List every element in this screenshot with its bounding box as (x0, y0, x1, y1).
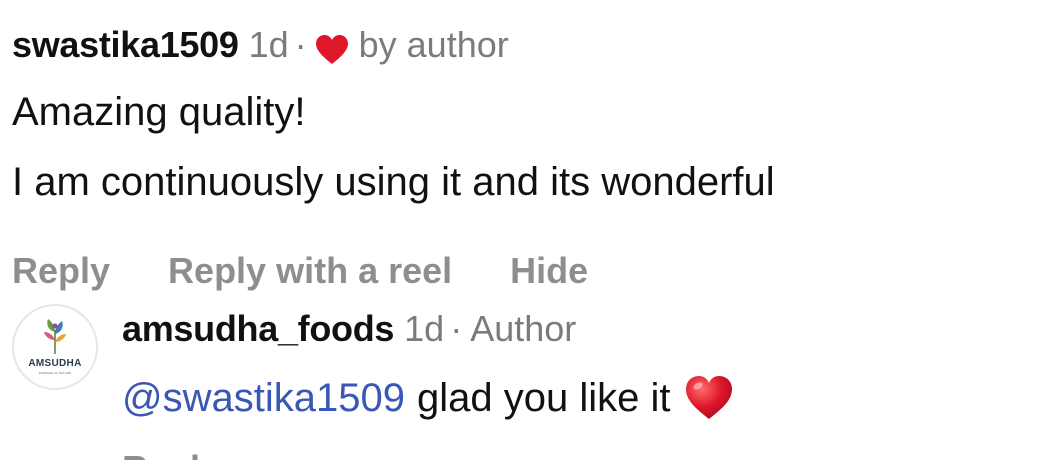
heart-emoji-icon (684, 374, 734, 422)
mention-link[interactable]: @swastika1509 (122, 374, 405, 422)
reply-text-body: glad you like it (416, 376, 671, 420)
meta-separator: · (294, 24, 307, 65)
avatar-tagline: ESSENCE OF NATURE (38, 371, 72, 375)
comment-meta: swastika1509 1d · by author (12, 22, 1032, 68)
avatar-brand-text: AMSUDHA (28, 358, 82, 369)
reply-time: 1d (404, 308, 445, 349)
reply-content: amsudha_foods 1d · Author @swastika1509 … (122, 300, 734, 422)
hide-button[interactable]: Hide (510, 248, 588, 294)
heart-icon (315, 31, 349, 64)
comment-text-line-2: I am continuously using it and its wonde… (12, 160, 775, 204)
comment-time: 1d (248, 24, 289, 65)
reply-text: @swastika1509 glad you like it (122, 374, 734, 422)
meta-separator: · (450, 308, 463, 349)
reply-meta: amsudha_foods 1d · Author (122, 306, 734, 352)
comment-username[interactable]: swastika1509 (12, 22, 239, 68)
comment-text-line-1: Amazing quality! (12, 90, 306, 134)
reply-comment: AMSUDHA ESSENCE OF NATURE amsudha_foods … (12, 300, 1032, 422)
reply-button[interactable]: Reply (12, 248, 110, 294)
brand-logo-icon (44, 319, 66, 354)
avatar[interactable]: AMSUDHA ESSENCE OF NATURE (12, 304, 98, 390)
reply-with-reel-button[interactable]: Reply with a reel (168, 248, 452, 294)
comment-actions: Reply Reply with a reel Hide (12, 248, 1032, 294)
reply-button-partial[interactable]: Reply (122, 446, 202, 460)
reply-username[interactable]: amsudha_foods (122, 306, 394, 352)
comment: swastika1509 1d · by author Amazing qual… (12, 22, 1032, 294)
author-badge: Author (470, 308, 577, 349)
liked-by-author-label: by author (358, 24, 509, 65)
